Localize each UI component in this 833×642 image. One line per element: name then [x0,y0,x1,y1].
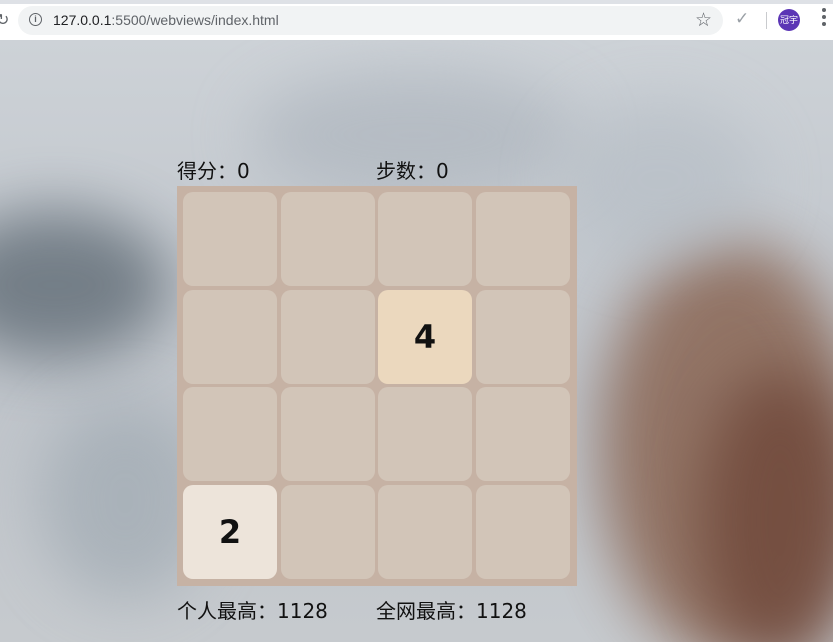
check-icon[interactable]: ✓ [735,9,749,29]
url-path: :5500/webviews/index.html [111,12,279,28]
empty-cell [378,484,472,579]
global-best-label: 全网最高： [376,599,476,623]
empty-cell [475,387,570,481]
browser-toolbar: ↻ i 127.0.0.1:5500/webviews/index.html ☆… [0,0,833,40]
game-board[interactable]: 42 [177,186,577,586]
avatar[interactable]: 冠宇 [778,9,800,31]
empty-cell [378,387,472,481]
url-host: 127.0.0.1 [53,12,112,28]
empty-cell [475,192,570,286]
toolbar-divider [766,12,767,29]
empty-cell [183,289,277,384]
empty-cell [280,192,375,286]
star-icon[interactable]: ☆ [695,9,712,32]
empty-cell [378,192,472,286]
tile-value: 4 [413,317,437,356]
empty-cell [280,387,375,481]
url-text[interactable]: 127.0.0.1:5500/webviews/index.html [53,12,279,28]
personal-best-value: 1128 [277,599,328,623]
empty-cell [475,289,570,384]
reload-icon[interactable]: ↻ [0,10,9,30]
empty-cell [280,289,375,384]
tab-strip-edge [0,0,833,4]
score-label: 得分： [177,159,237,183]
steps-value: 0 [436,159,449,183]
steps-display: 步数：0 [376,155,449,184]
info-icon[interactable]: i [29,13,42,26]
global-best-value: 1128 [476,599,527,623]
score-display: 得分：0 [177,155,250,184]
menu-icon[interactable] [822,8,826,30]
personal-best-display: 个人最高：1128 [177,595,328,624]
score-value: 0 [237,159,250,183]
steps-label: 步数： [376,159,436,183]
empty-cell [475,484,570,579]
empty-cell [280,484,375,579]
global-best-display: 全网最高：1128 [376,595,527,624]
tile-value: 2 [218,512,242,551]
tile-2: 2 [183,484,277,579]
empty-cell [183,192,277,286]
empty-cell [183,387,277,481]
personal-best-label: 个人最高： [177,599,277,623]
tile-4: 4 [378,289,472,384]
address-bar[interactable]: i 127.0.0.1:5500/webviews/index.html ☆ [18,6,723,35]
